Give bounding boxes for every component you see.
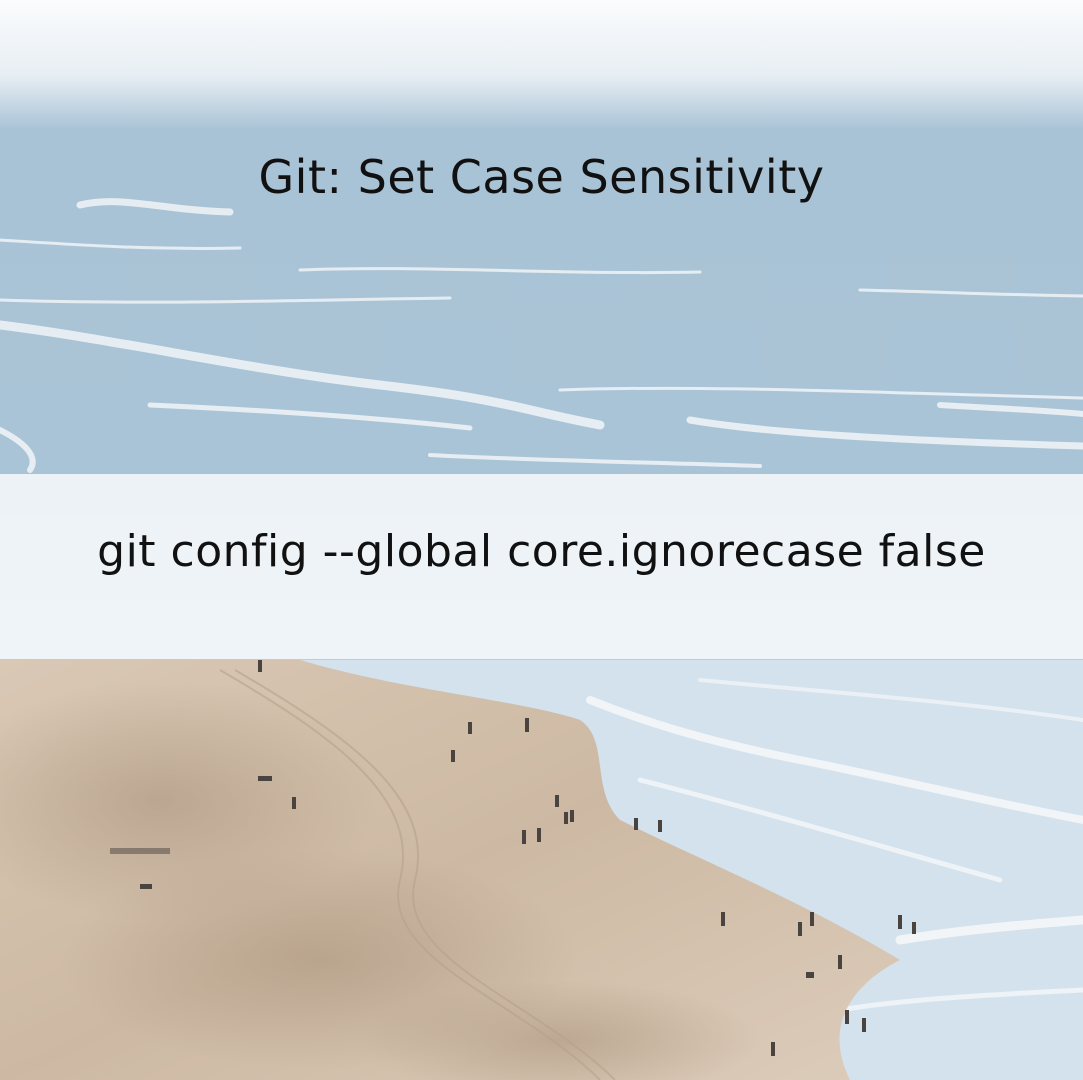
image-canvas: Git: Set Case Sensitivity git config --g… — [0, 0, 1083, 1080]
page-title: Git: Set Case Sensitivity — [258, 150, 825, 204]
git-command-text: git config --global core.ignorecase fals… — [97, 526, 986, 577]
